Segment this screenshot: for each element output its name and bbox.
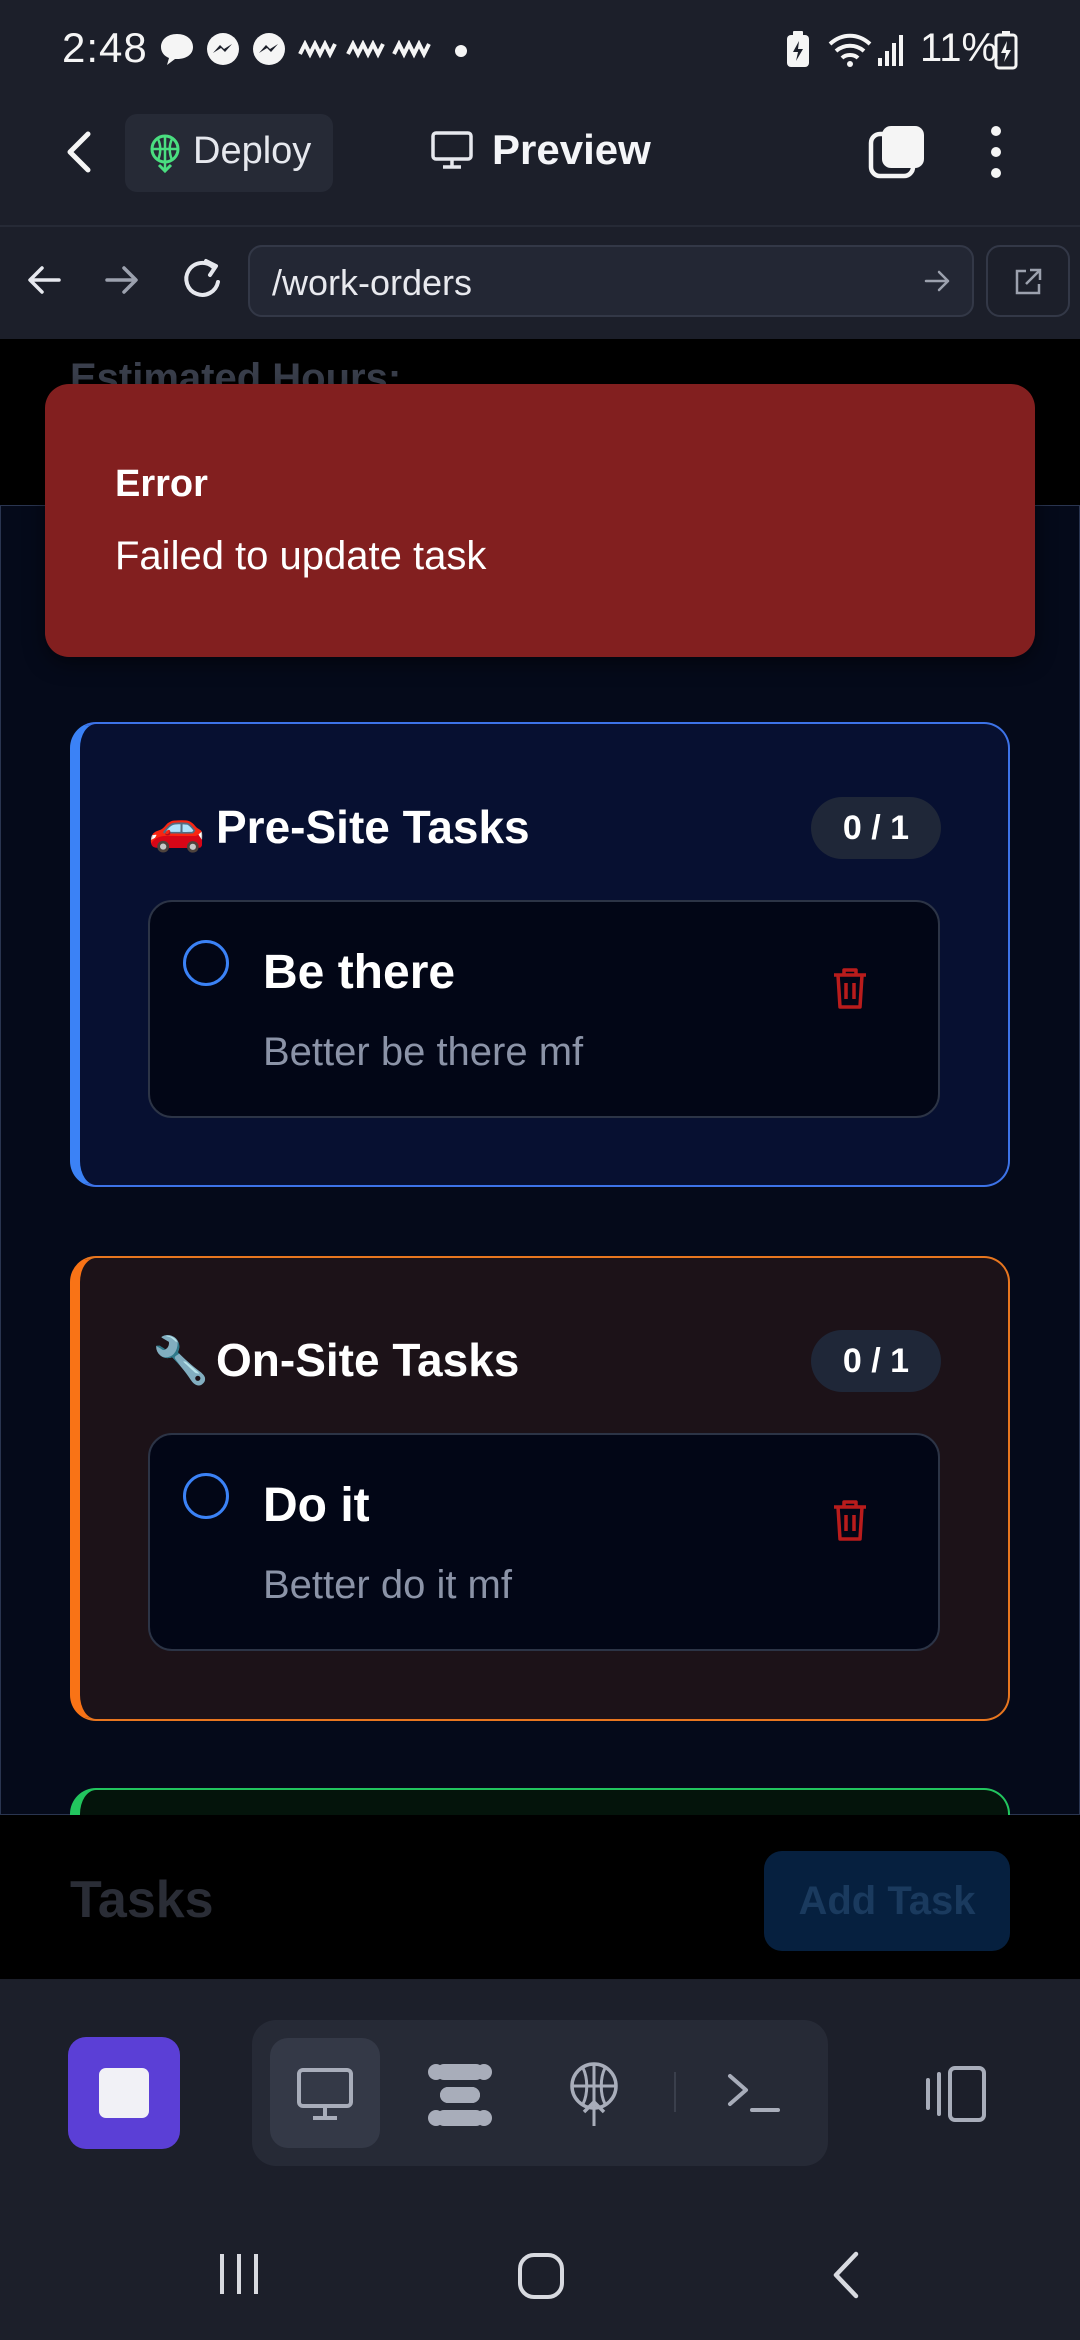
monitor-icon	[430, 130, 474, 170]
error-toast[interactable]	[45, 384, 1035, 657]
deploy-icon	[147, 133, 183, 173]
voicemail-icon	[298, 40, 338, 60]
task-checkbox[interactable]	[183, 940, 229, 986]
reload-icon[interactable]	[180, 258, 226, 302]
task-description: Better be there mf	[263, 1030, 584, 1074]
home-icon[interactable]	[517, 2252, 565, 2300]
browser-forward-icon[interactable]	[104, 262, 140, 298]
more-options-icon[interactable]	[988, 124, 1004, 180]
messenger-icon	[250, 30, 288, 68]
preview-title: Preview	[492, 126, 651, 173]
stop-icon	[99, 2068, 149, 2118]
toolbar-divider	[674, 2072, 676, 2112]
voicemail-icon	[392, 40, 432, 60]
dot-icon	[455, 45, 467, 57]
deploy-label: Deploy	[193, 130, 312, 172]
message-icon	[158, 30, 196, 68]
task-count-badge: 0 / 1	[811, 797, 941, 859]
task-card[interactable]	[148, 1433, 940, 1651]
tabs-icon[interactable]	[868, 124, 928, 180]
status-time: 2:48	[62, 24, 148, 71]
system-back-icon[interactable]	[828, 2250, 864, 2300]
section-title: On-Site Tasks	[216, 1334, 520, 1386]
battery-icon	[994, 30, 1018, 70]
task-count-badge: 0 / 1	[811, 1330, 941, 1392]
add-task-button[interactable]: Add Task	[764, 1851, 1010, 1951]
task-card[interactable]	[148, 900, 940, 1118]
task-title: Do it	[263, 1479, 370, 1532]
battery-saver-icon	[784, 30, 812, 70]
section-title: Pre-Site Tasks	[216, 801, 530, 853]
task-checkbox[interactable]	[183, 1473, 229, 1519]
back-icon[interactable]	[60, 130, 100, 174]
wifi-icon	[826, 30, 874, 70]
signal-icon	[876, 30, 906, 70]
task-title: Be there	[263, 946, 456, 999]
panel-layout-icon[interactable]	[922, 2064, 990, 2124]
open-external-icon	[1012, 266, 1044, 298]
messenger-icon	[204, 30, 242, 68]
trash-icon[interactable]	[830, 965, 870, 1011]
section-icon-wrench: 🔧	[152, 1334, 210, 1386]
error-title: Error	[115, 463, 208, 505]
terminal-icon[interactable]	[726, 2070, 782, 2116]
monitor-icon	[295, 2066, 355, 2122]
voicemail-icon	[346, 40, 386, 60]
apps-icon[interactable]	[424, 2062, 496, 2128]
section-icon-car: 🚗	[148, 801, 206, 853]
tasks-heading: Tasks	[70, 1871, 214, 1929]
error-message: Failed to update task	[115, 534, 487, 578]
task-description: Better do it mf	[263, 1563, 512, 1607]
trash-icon[interactable]	[830, 1497, 870, 1543]
go-arrow-icon[interactable]	[924, 268, 952, 294]
recent-apps-icon[interactable]	[216, 2252, 262, 2296]
url-text: /work-orders	[272, 262, 473, 303]
deploy-mode-icon[interactable]	[566, 2060, 622, 2130]
battery-percent: 11%	[920, 26, 998, 70]
browser-back-icon[interactable]	[26, 262, 62, 298]
